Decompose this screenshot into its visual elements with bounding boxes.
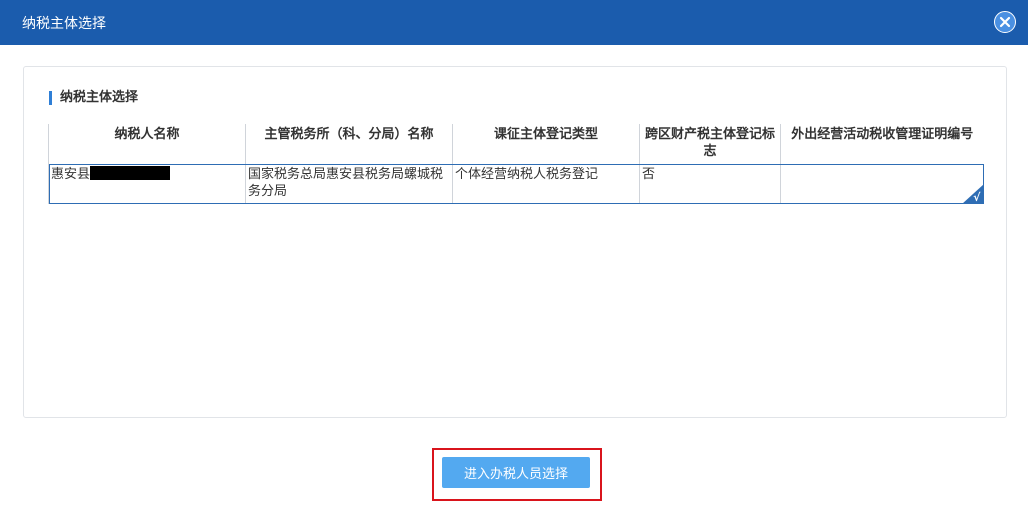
column-header-tax-office: 主管税务所（科、分局）名称 <box>245 124 453 164</box>
taxpayer-name-prefix: 惠安县 <box>51 167 91 182</box>
content-panel: 纳税主体选择 纳税人名称 主管税务所（科、分局）名称 课征主体登记类型 跨区财产… <box>23 66 1007 418</box>
close-icon <box>999 16 1011 28</box>
dialog-title: 纳税主体选择 <box>22 15 106 32</box>
close-button[interactable] <box>994 11 1016 33</box>
table-row[interactable]: 惠安县 国家税务总局惠安县税务局螺城税务分局 个体经营纳税人税务登记 否 √ <box>48 164 984 204</box>
cell-registration-type: 个体经营纳税人税务登记 <box>452 164 640 204</box>
enter-tax-officer-selection-button[interactable]: 进入办税人员选择 <box>442 457 590 488</box>
column-header-cross-region-flag: 跨区财产税主体登记标志 <box>639 124 781 164</box>
cell-cross-region-flag: 否 <box>639 164 781 204</box>
cell-cert-number: √ <box>780 164 984 204</box>
checkmark-icon: √ <box>973 191 981 204</box>
taxpayer-table: 纳税人名称 主管税务所（科、分局）名称 课征主体登记类型 跨区财产税主体登记标志… <box>48 124 984 204</box>
section-title: 纳税主体选择 <box>49 91 138 105</box>
table-header-row: 纳税人名称 主管税务所（科、分局）名称 课征主体登记类型 跨区财产税主体登记标志… <box>48 124 984 164</box>
taxpayer-selection-dialog: 纳税主体选择 纳税主体选择 纳税人名称 主管税务所（科、分局）名称 课征主体登记… <box>0 0 1028 521</box>
dialog-titlebar: 纳税主体选择 <box>0 0 1028 45</box>
cell-tax-office: 国家税务总局惠安县税务局螺城税务分局 <box>245 164 453 204</box>
column-header-registration-type: 课征主体登记类型 <box>452 124 640 164</box>
redacted-block <box>90 166 171 180</box>
cell-taxpayer-name: 惠安县 <box>48 164 246 204</box>
column-header-taxpayer-name: 纳税人名称 <box>48 124 246 164</box>
column-header-cert-number: 外出经营活动税收管理证明编号 <box>780 124 984 164</box>
